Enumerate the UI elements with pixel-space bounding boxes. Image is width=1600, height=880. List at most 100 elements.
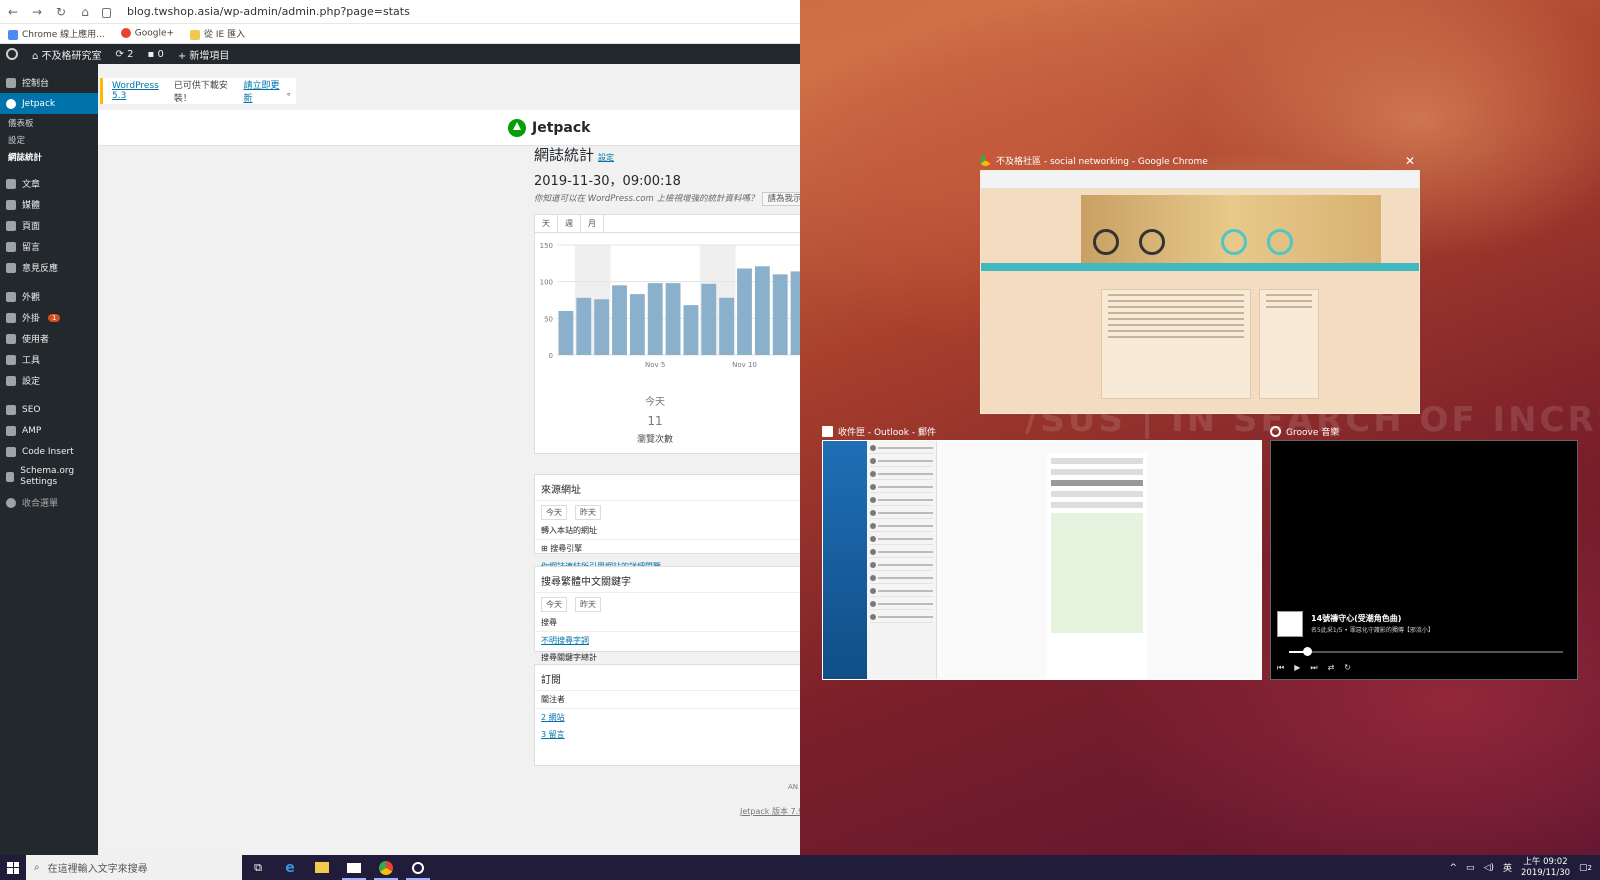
sidebar-item-seo[interactable]: SEO — [0, 399, 98, 420]
sidebar-item-amp[interactable]: AMP — [0, 420, 98, 441]
previous-icon[interactable]: ⏮ — [1277, 663, 1284, 673]
task-view-button[interactable]: ⧉ — [242, 855, 274, 880]
edge-button[interactable]: e — [274, 855, 306, 880]
updates-link[interactable]: ⟳ 2 — [116, 49, 134, 60]
bicycle-wheel — [1221, 229, 1247, 255]
tab-day[interactable]: 天 — [535, 215, 558, 232]
play-icon[interactable]: ▶ — [1294, 663, 1300, 673]
plugin-update-badge: 1 — [48, 313, 61, 322]
sidebar-item-feedback[interactable]: 意見反應 — [0, 257, 98, 278]
tab-month[interactable]: 月 — [581, 215, 604, 232]
address-bar[interactable]: ← → ↻ ⌂ blog.twshop.asia/wp-admin/admin.… — [0, 0, 800, 24]
media-icon — [6, 199, 16, 210]
unknown-terms-link[interactable]: 不明搜尋字詞 — [535, 632, 800, 649]
sidebar-item-pages[interactable]: 頁面 — [0, 215, 98, 236]
next-icon[interactable]: ⏭ — [1310, 663, 1317, 673]
ime-indicator[interactable]: 英 — [1503, 861, 1512, 874]
wp-admin-sidebar: 控制台 Jetpack 儀表板 設定 網誌統計 文章 媒體 頁面 留言 意見反應… — [0, 64, 98, 855]
folder-icon — [315, 862, 329, 873]
sidebar-item-posts[interactable]: 文章 — [0, 173, 98, 194]
sidebar-sub-stats[interactable]: 網誌統計 — [0, 148, 98, 165]
url-text[interactable]: blog.twshop.asia/wp-admin/admin.php?page… — [127, 5, 410, 18]
reload-icon[interactable]: ↻ — [54, 5, 68, 19]
back-icon[interactable]: ← — [6, 5, 20, 19]
pin-icon — [6, 178, 16, 189]
stats-chart-panel: 天 週 月 0 50 100 150 Nov 5 Nov 10 今天 11 瀏覽次數 — [534, 214, 800, 454]
network-icon[interactable]: ▭ — [1466, 863, 1475, 873]
groove-button[interactable] — [402, 855, 434, 880]
bookmark-item[interactable]: Google+ — [120, 28, 174, 39]
start-button[interactable] — [0, 855, 26, 880]
mail-button[interactable] — [338, 855, 370, 880]
playback-controls: ⏮ ▶ ⏭ ⇄ ↻ — [1277, 663, 1351, 673]
groove-thumbnail[interactable]: 14號禱守心(受潮角色曲) 名5此采1/5 • 罪惡化守護影的獨傳【邪流小】 ⏮… — [1270, 440, 1578, 680]
wordpress-icon[interactable] — [6, 48, 18, 60]
jetpack-logo: Jetpack — [508, 119, 590, 137]
tab-yesterday[interactable]: 昨天 — [575, 597, 601, 612]
shuffle-icon[interactable]: ⇄ — [1328, 663, 1335, 673]
sidebar-item-tools[interactable]: 工具 — [0, 349, 98, 370]
outlook-thumbnail[interactable] — [822, 440, 1262, 680]
file-explorer-button[interactable] — [306, 855, 338, 880]
search-terms-title: 搜尋繁體中文關鍵字 — [535, 567, 800, 593]
chrome-button[interactable] — [370, 855, 402, 880]
bookmark-item[interactable]: 從 IE 匯入 — [190, 27, 245, 40]
notification-icon[interactable]: ▢2 — [1579, 863, 1592, 873]
sidebar-item-comments[interactable]: 留言 — [0, 236, 98, 257]
sidebar-item-plugins[interactable]: 外掛 1 — [0, 307, 98, 328]
wp-admin-bar: ⌂ 不及格研究室 ⟳ 2 ▪ 0 + 新增項目 — [0, 44, 800, 64]
chrome-thumbnail[interactable] — [980, 170, 1420, 414]
update-now-link[interactable]: 請立即更新 — [243, 78, 287, 104]
stats-settings-link[interactable]: 設定 — [598, 153, 614, 162]
tab-week[interactable]: 週 — [558, 215, 581, 232]
site-name-link[interactable]: ⌂ 不及格研究室 — [32, 47, 102, 62]
taskbar-search[interactable]: ⌕ 在這裡輸入文字來搜尋 — [26, 855, 242, 880]
summary-value: 11 — [647, 414, 663, 428]
comment-followers-link[interactable]: 3 留言 — [535, 726, 800, 743]
close-icon[interactable]: ✕ — [1405, 154, 1415, 168]
home-icon[interactable]: ⌂ — [78, 5, 92, 19]
sidebar-item-users[interactable]: 使用者 — [0, 328, 98, 349]
wordpress-version-link[interactable]: WordPress 5.3 — [112, 81, 174, 101]
show-me-button[interactable]: 請為我示範 — [762, 192, 800, 206]
sidebar-item-appearance[interactable]: 外觀 — [0, 286, 98, 307]
clock[interactable]: 上午 09:02 2019/11/30 — [1521, 857, 1570, 879]
sidebar-item-settings[interactable]: 設定 — [0, 370, 98, 391]
chrome-window[interactable]: ← → ↻ ⌂ blog.twshop.asia/wp-admin/admin.… — [0, 0, 800, 855]
volume-icon[interactable]: ◁) — [1484, 863, 1494, 873]
new-item-link[interactable]: + 新增項目 — [178, 47, 230, 62]
referrers-search-row[interactable]: ⊞ 搜尋引擎 — [535, 540, 800, 558]
repeat-icon[interactable]: ↻ — [1344, 663, 1351, 673]
mail-icon — [822, 426, 833, 437]
forward-icon[interactable]: → — [30, 5, 44, 19]
sidebar-item-code-insert[interactable]: Code Insert — [0, 441, 98, 462]
code-icon — [6, 446, 16, 457]
sidebar-item-dashboard[interactable]: 控制台 — [0, 72, 98, 93]
groove-thumbnail-title[interactable]: Groove 音樂 — [1270, 425, 1339, 438]
chrome-thumbnail-title[interactable]: 不及格社區 - social networking - Google Chrom… — [980, 154, 1208, 167]
site-followers-link[interactable]: 2 網站 — [535, 709, 800, 726]
sidebar-item-jetpack[interactable]: Jetpack — [0, 93, 98, 114]
playback-progress[interactable] — [1289, 651, 1563, 653]
jetpack-version-link[interactable]: Jetpack 版本 7.9 — [740, 806, 800, 817]
jetpack-header-bar — [98, 110, 800, 146]
chevron-up-icon[interactable]: ^ — [1450, 863, 1458, 873]
progress-knob[interactable] — [1303, 647, 1312, 656]
comments-link[interactable]: ▪ 0 — [147, 49, 163, 60]
jetpack-icon — [6, 98, 16, 109]
chart-y-tick-label: 150 — [540, 242, 553, 250]
chart-y-tick-label: 0 — [549, 352, 553, 360]
collapse-icon — [6, 497, 16, 508]
tab-today[interactable]: 今天 — [541, 505, 567, 520]
sidebar-sub-dashboard[interactable]: 儀表板 — [0, 114, 98, 131]
collapse-menu-button[interactable]: 收合選單 — [0, 492, 98, 513]
sidebar-item-media[interactable]: 媒體 — [0, 194, 98, 215]
tab-today[interactable]: 今天 — [541, 597, 567, 612]
thumb-mail-nav — [823, 441, 867, 679]
sidebar-sub-settings[interactable]: 設定 — [0, 131, 98, 148]
sidebar-item-schema[interactable]: Schema.org Settings — [0, 462, 98, 492]
tab-yesterday[interactable]: 昨天 — [575, 505, 601, 520]
apps-icon — [8, 29, 18, 40]
bookmark-item[interactable]: Chrome 線上應用... — [8, 27, 105, 40]
outlook-thumbnail-title[interactable]: 收件匣 - Outlook - 郵件 — [822, 425, 936, 438]
